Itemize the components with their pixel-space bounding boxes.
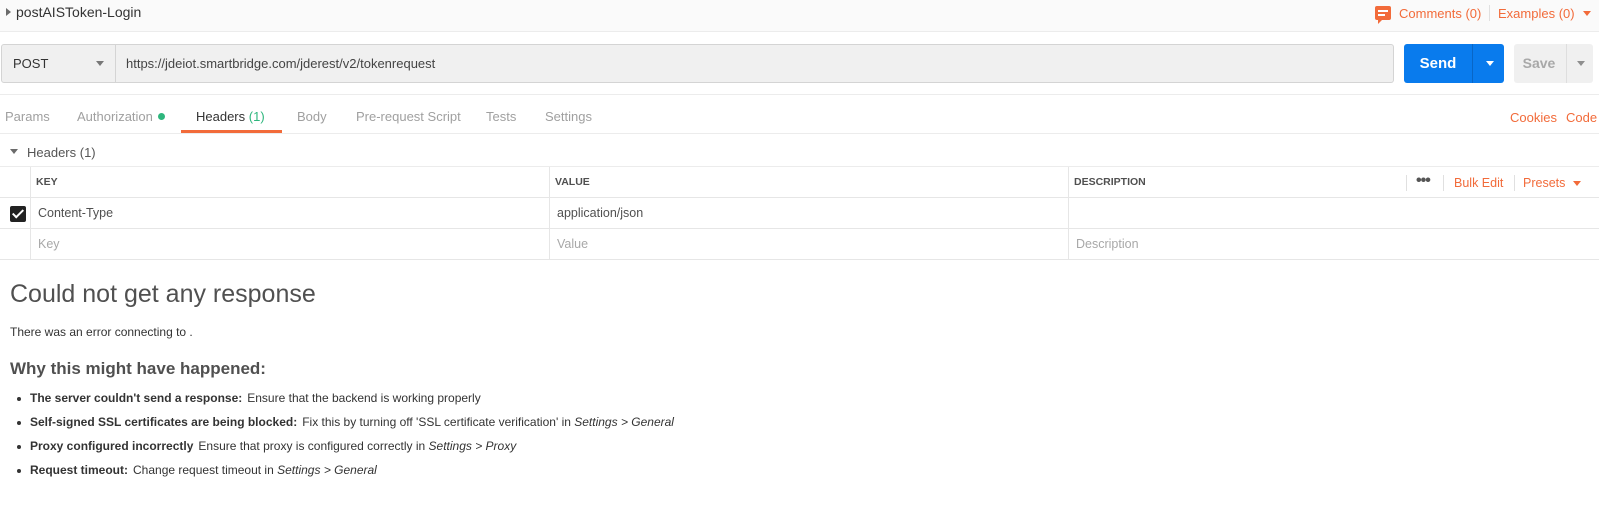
collapse-caret-icon (10, 149, 18, 154)
list-item: Proxy configured incorrectly Ensure that … (16, 439, 674, 463)
chevron-down-icon (1573, 180, 1582, 186)
tab-body[interactable]: Body (297, 109, 327, 124)
column-header-key: KEY (31, 167, 550, 198)
examples-label: Examples (0) (1498, 5, 1575, 21)
request-name[interactable]: postAISToken-Login (16, 4, 141, 20)
row-checkbox-cell (0, 229, 31, 260)
status-dot-icon (157, 113, 165, 120)
divider (1406, 175, 1407, 191)
table-row: Content-Type application/json (0, 198, 1599, 229)
error-title: Could not get any response (10, 280, 316, 308)
save-button[interactable]: Save (1514, 44, 1593, 83)
header-value-cell[interactable]: application/json (550, 198, 1069, 229)
reason-text: Ensure that the backend is working prope… (247, 391, 481, 405)
divider (1489, 5, 1490, 21)
header-key-cell[interactable]: Content-Type (31, 198, 550, 229)
row-enabled-checkbox[interactable] (10, 206, 26, 222)
column-header-description: DESCRIPTION (1074, 176, 1146, 188)
reason-text: Ensure that proxy is configured correctl… (198, 439, 426, 453)
list-item: Self-signed SSL certificates are being b… (16, 415, 674, 439)
comments-button[interactable]: Comments (0) (1375, 3, 1482, 24)
error-message: There was an error connecting to . (10, 325, 193, 339)
settings-path: Settings > General (574, 415, 674, 429)
presets-dropdown[interactable]: Presets (1523, 176, 1582, 190)
table-row-new: Key Value Description (0, 229, 1599, 260)
reason-title: The server couldn't send a response: (30, 391, 243, 405)
tab-label: Authorization (77, 109, 153, 124)
list-item: Request timeout: Change request timeout i… (16, 463, 674, 487)
description-input[interactable]: Description (1069, 229, 1599, 260)
settings-path: Settings > Proxy (428, 439, 517, 453)
column-header-value: VALUE (550, 167, 1069, 198)
key-input[interactable]: Key (31, 229, 550, 260)
reasons-list: The server couldn't send a response: Ensu… (16, 391, 674, 487)
headers-section-title: Headers (1) (27, 145, 96, 160)
url-input[interactable] (116, 44, 1394, 83)
reason-title: Self-signed SSL certificates are being b… (30, 415, 298, 429)
comments-label: Comments (0) (1399, 5, 1482, 21)
divider (1472, 44, 1473, 83)
cookies-link[interactable]: Cookies (1510, 110, 1557, 125)
tab-count: (1) (248, 109, 265, 124)
send-label: Send (1419, 55, 1457, 72)
reason-text: Fix this by turning off 'SSL certificate… (302, 415, 571, 429)
headers-section-header[interactable]: Headers (1) (0, 137, 1599, 167)
save-label: Save (1522, 55, 1556, 71)
reason-title: Proxy configured incorrectly (30, 439, 194, 453)
list-item: The server couldn't send a response: Ensu… (16, 391, 674, 415)
request-title-bar: postAISToken-Login Comments (0) Examples… (0, 0, 1599, 32)
send-options-chevron-icon[interactable] (1486, 61, 1494, 66)
tab-headers[interactable]: Headers (1) (196, 109, 265, 124)
presets-label: Presets (1523, 176, 1566, 190)
tab-authorization[interactable]: Authorization (77, 109, 165, 124)
examples-dropdown[interactable]: Examples (0) (1498, 3, 1591, 23)
method-value: POST (13, 56, 49, 71)
reason-title: Request timeout: (30, 463, 129, 477)
chevron-down-icon (1582, 10, 1591, 16)
divider (1443, 175, 1444, 191)
expand-caret-icon[interactable] (6, 8, 11, 16)
value-input[interactable]: Value (550, 229, 1069, 260)
tab-tests[interactable]: Tests (486, 109, 516, 124)
method-select[interactable]: POST (1, 44, 116, 83)
table-header-row: KEY VALUE DESCRIPTION ••• Bulk Edit Pres… (0, 167, 1599, 198)
ellipsis-icon[interactable]: ••• (1416, 167, 1431, 198)
bulk-edit-button[interactable]: Bulk Edit (1454, 176, 1503, 190)
tab-label: Headers (196, 109, 246, 124)
save-options-chevron-icon[interactable] (1577, 61, 1585, 66)
checkbox-column-header (0, 167, 31, 198)
row-checkbox-cell (0, 198, 31, 229)
request-tabs: Params Authorization Headers (1) Body Pr… (0, 94, 1599, 134)
reason-text: Change request timeout in (133, 463, 274, 477)
comment-icon (1375, 6, 1391, 24)
tab-settings[interactable]: Settings (545, 109, 592, 124)
active-tab-indicator (181, 130, 282, 133)
chevron-down-icon (96, 61, 104, 66)
why-heading: Why this might have happened: (10, 359, 266, 378)
tab-params[interactable]: Params (5, 109, 50, 124)
divider (1514, 175, 1515, 191)
settings-path: Settings > General (277, 463, 377, 477)
tab-pre-request-script[interactable]: Pre-request Script (356, 109, 461, 124)
header-description-cell[interactable] (1069, 198, 1599, 229)
divider (1566, 44, 1567, 83)
code-link[interactable]: Code (1566, 110, 1597, 125)
send-button[interactable]: Send (1404, 44, 1504, 83)
